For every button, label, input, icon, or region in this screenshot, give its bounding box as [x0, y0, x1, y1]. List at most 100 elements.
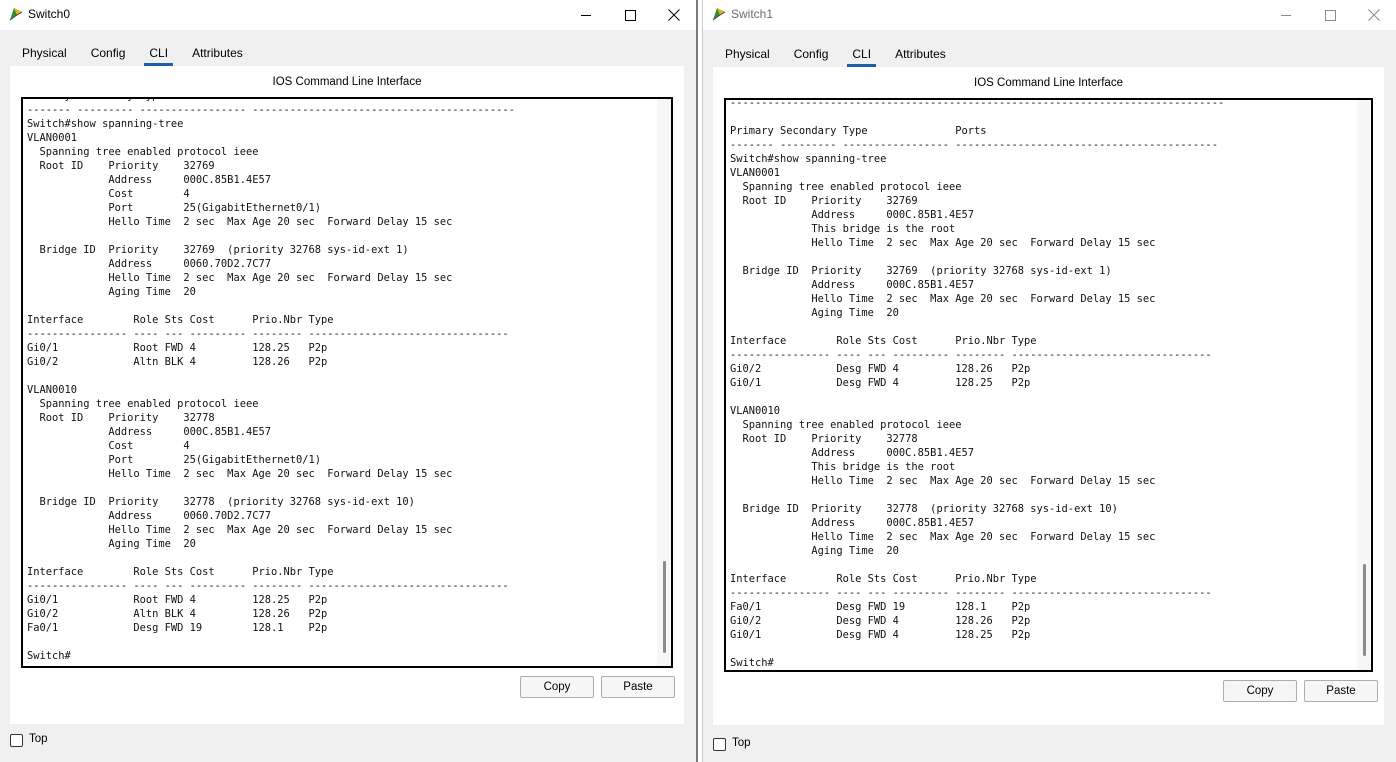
- maximize-icon: [624, 9, 636, 21]
- terminal-output[interactable]: ----------------------------------------…: [730, 98, 1357, 670]
- terminal-scrollbar[interactable]: [1357, 100, 1371, 670]
- copy-button[interactable]: Copy: [1223, 680, 1297, 702]
- terminal-line: VLAN0010: [27, 384, 78, 396]
- terminal-line: Aging Time 20: [730, 545, 899, 557]
- terminal-line: Aging Time 20: [27, 286, 196, 298]
- close-button[interactable]: [1352, 0, 1396, 30]
- cli-terminal[interactable]: Primary Secondary Type Ports------- ----…: [21, 97, 673, 668]
- terminal-line: ---------------- ---- --- --------- ----…: [27, 328, 509, 340]
- tab-cli[interactable]: CLI: [137, 40, 180, 66]
- terminal-line: Aging Time 20: [27, 538, 196, 550]
- terminal-scrollbar[interactable]: [657, 99, 671, 666]
- terminal-line: Hello Time 2 sec Max Age 20 sec Forward …: [27, 468, 453, 480]
- switch1-window: Switch1 Physical Config CLI Attributes I…: [702, 0, 1396, 762]
- terminal-line: Cost 4: [27, 188, 190, 200]
- terminal-line: Spanning tree enabled protocol ieee: [730, 419, 962, 431]
- window-title: Switch1: [731, 7, 774, 21]
- terminal-line: Address 000C.85B1.4E57: [730, 447, 974, 459]
- terminal-line: Gi0/2 Desg FWD 4 128.26 P2p: [730, 615, 1031, 627]
- maximize-button[interactable]: [608, 0, 652, 30]
- tab-attributes[interactable]: Attributes: [883, 41, 958, 67]
- top-checkbox-label: Top: [732, 737, 751, 749]
- terminal-line: ---------------- ---- --- --------- ----…: [730, 349, 1212, 361]
- scrollbar-thumb[interactable]: [663, 561, 666, 653]
- terminal-line: Gi0/2 Desg FWD 4 128.26 P2p: [730, 363, 1031, 375]
- minimize-button[interactable]: [1264, 0, 1308, 30]
- terminal-line: Hello Time 2 sec Max Age 20 sec Forward …: [730, 531, 1156, 543]
- terminal-line: This bridge is the root: [730, 461, 956, 473]
- terminal-line: Hello Time 2 sec Max Age 20 sec Forward …: [730, 293, 1156, 305]
- terminal-line: ---------------- ---- --- --------- ----…: [27, 580, 509, 592]
- tab-config[interactable]: Config: [782, 41, 841, 67]
- terminal-line: Root ID Priority 32769: [27, 160, 215, 172]
- terminal-line: ----------------------------------------…: [730, 98, 1225, 109]
- close-button[interactable]: [652, 0, 696, 30]
- terminal-line: Gi0/1 Desg FWD 4 128.25 P2p: [730, 629, 1031, 641]
- tab-physical[interactable]: Physical: [10, 40, 79, 66]
- minimize-button[interactable]: [564, 0, 608, 30]
- page-title: IOS Command Line Interface: [272, 76, 422, 88]
- window-title: Switch0: [28, 7, 71, 21]
- terminal-line: Port 25(GigabitEthernet0/1): [27, 202, 322, 214]
- title-bar[interactable]: Switch0: [0, 0, 696, 30]
- cli-content: IOS Command Line Interface -------------…: [713, 67, 1384, 725]
- tab-cli[interactable]: CLI: [840, 41, 883, 67]
- tab-physical[interactable]: Physical: [713, 41, 782, 67]
- top-checkbox[interactable]: [713, 738, 726, 751]
- terminal-line: Bridge ID Priority 32769 (priority 32768…: [730, 265, 1112, 277]
- terminal-line: Interface Role Sts Cost Prio.Nbr Type: [730, 335, 1037, 347]
- terminal-line: Interface Role Sts Cost Prio.Nbr Type: [730, 573, 1037, 585]
- terminal-line: Gi0/1 Root FWD 4 128.25 P2p: [27, 342, 328, 354]
- scrollbar-thumb[interactable]: [1363, 564, 1366, 656]
- terminal-line: Address 0060.70D2.7C77: [27, 510, 271, 522]
- paste-button[interactable]: Paste: [601, 676, 675, 698]
- terminal-line: Bridge ID Priority 32778 (priority 32768…: [730, 503, 1118, 515]
- maximize-icon: [1324, 9, 1336, 21]
- paste-button[interactable]: Paste: [1304, 680, 1378, 702]
- terminal-line: This bridge is the root: [730, 223, 956, 235]
- terminal-output[interactable]: Primary Secondary Type Ports------- ----…: [27, 99, 657, 663]
- close-icon: [1368, 9, 1380, 21]
- terminal-line: VLAN0001: [27, 132, 78, 144]
- terminal-line: VLAN0001: [730, 167, 781, 179]
- close-icon: [668, 9, 680, 21]
- top-checkbox[interactable]: [10, 734, 23, 747]
- terminal-line: Bridge ID Priority 32769 (priority 32768…: [27, 244, 409, 256]
- terminal-line: Gi0/1 Root FWD 4 128.25 P2p: [27, 594, 328, 606]
- tab-config[interactable]: Config: [79, 40, 138, 66]
- top-option-bar: Top: [703, 728, 1396, 762]
- terminal-line: ------- --------- ----------------- ----…: [27, 104, 515, 116]
- page-title: IOS Command Line Interface: [974, 77, 1123, 89]
- terminal-line: Interface Role Sts Cost Prio.Nbr Type: [27, 566, 334, 578]
- terminal-line: Root ID Priority 32769: [730, 195, 918, 207]
- app-icon: [712, 8, 726, 21]
- tab-bar: Physical Config CLI Attributes: [10, 40, 255, 66]
- title-bar[interactable]: Switch1: [703, 0, 1396, 30]
- terminal-line: Address 000C.85B1.4E57: [730, 279, 974, 291]
- terminal-line: Address 000C.85B1.4E57: [27, 426, 271, 438]
- tab-attributes[interactable]: Attributes: [180, 40, 255, 66]
- terminal-line: Switch#: [730, 657, 774, 669]
- app-icon: [9, 8, 23, 21]
- terminal-line: Hello Time 2 sec Max Age 20 sec Forward …: [27, 272, 453, 284]
- terminal-line: Interface Role Sts Cost Prio.Nbr Type: [27, 314, 334, 326]
- copy-button[interactable]: Copy: [520, 676, 594, 698]
- terminal-line: Bridge ID Priority 32778 (priority 32768…: [27, 496, 415, 508]
- terminal-line: VLAN0010: [730, 405, 781, 417]
- maximize-button[interactable]: [1308, 0, 1352, 30]
- terminal-line: Gi0/2 Altn BLK 4 128.26 P2p: [27, 356, 328, 368]
- terminal-line: Switch#show spanning-tree: [27, 118, 184, 130]
- terminal-line: Fa0/1 Desg FWD 19 128.1 P2p: [730, 601, 1031, 613]
- switch0-window: Switch0 Physical Config CLI Attributes I…: [0, 0, 698, 762]
- cli-terminal[interactable]: ----------------------------------------…: [724, 98, 1373, 672]
- terminal-line: Hello Time 2 sec Max Age 20 sec Forward …: [27, 524, 453, 536]
- terminal-line: Fa0/1 Desg FWD 19 128.1 P2p: [27, 622, 328, 634]
